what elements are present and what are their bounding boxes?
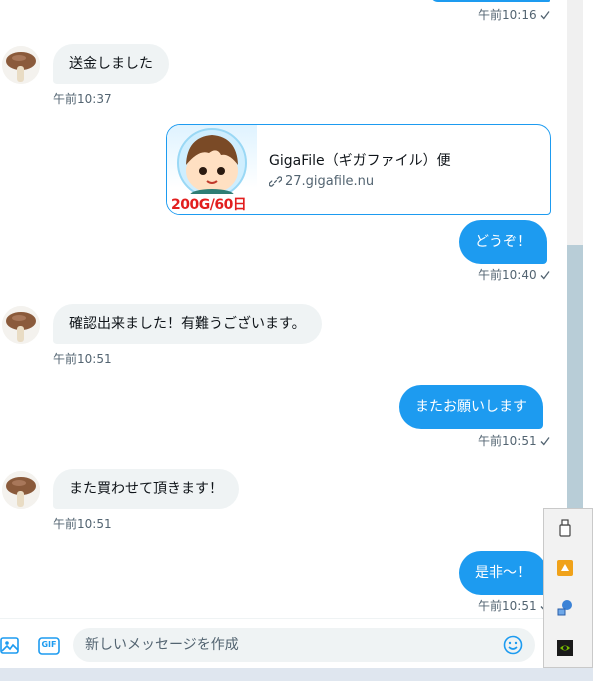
avatar[interactable] xyxy=(2,471,40,509)
message-time: 午前10:40 xyxy=(478,266,550,283)
link-card-url: 27.gigafile.nu xyxy=(269,174,451,189)
sent-check-icon xyxy=(540,436,550,446)
message-time: 午前10:51 xyxy=(53,517,112,531)
message-time: 午前10:37 xyxy=(53,92,112,106)
link-card-title: GigaFile（ギガファイル）便 xyxy=(269,153,451,169)
emoji-icon[interactable] xyxy=(503,635,523,655)
message-composer[interactable] xyxy=(73,628,535,662)
message-time: 午前10:51 xyxy=(478,432,550,449)
message-bubble-outgoing[interactable]: 是非〜！ xyxy=(459,551,547,595)
message-bubble-outgoing[interactable]: またお願いします xyxy=(399,385,543,429)
mushroom-avatar-icon xyxy=(2,306,40,344)
mushroom-avatar-icon xyxy=(2,471,40,509)
gif-button[interactable]: GIF xyxy=(38,636,60,656)
message-input[interactable] xyxy=(85,637,503,653)
message-time: 午前10:16 xyxy=(478,6,550,23)
taskbar-strip xyxy=(0,668,593,681)
message-bubble-incoming[interactable]: また買わせて頂きます！ xyxy=(53,469,239,509)
sent-check-icon xyxy=(540,270,550,280)
message-bubble-incoming[interactable]: 確認出来ました！有難うございます。 xyxy=(53,304,322,344)
image-icon xyxy=(0,637,19,654)
usb-drive-icon[interactable] xyxy=(556,519,574,537)
sent-check-icon xyxy=(540,10,550,20)
link-icon xyxy=(269,176,282,187)
image-button[interactable] xyxy=(0,636,20,656)
message-bubble-outgoing[interactable]: どうぞ！ xyxy=(459,220,547,264)
nvidia-icon[interactable] xyxy=(556,639,574,657)
scrollbar-thumb[interactable] xyxy=(567,245,583,545)
link-preview-card[interactable]: 200G/60日 GigaFile（ギガファイル）便 27.gigafile.n… xyxy=(166,124,551,215)
gif-label: GIF xyxy=(41,640,57,649)
avatar[interactable] xyxy=(2,46,40,84)
message-time: 午前10:51 xyxy=(478,597,550,614)
link-thumbnail: 200G/60日 xyxy=(167,125,257,214)
message-bubble-outgoing-partial xyxy=(430,0,550,2)
avatar[interactable] xyxy=(2,306,40,344)
message-time: 午前10:51 xyxy=(53,352,112,366)
message-bubble-incoming[interactable]: 送金しました xyxy=(53,44,169,84)
app-update-icon[interactable] xyxy=(556,559,574,577)
system-tray-overflow xyxy=(543,508,593,668)
mushroom-avatar-icon xyxy=(2,46,40,84)
network-icon[interactable] xyxy=(556,599,574,617)
thumbnail-caption: 200G/60日 xyxy=(169,194,249,214)
composer-divider xyxy=(0,618,567,619)
